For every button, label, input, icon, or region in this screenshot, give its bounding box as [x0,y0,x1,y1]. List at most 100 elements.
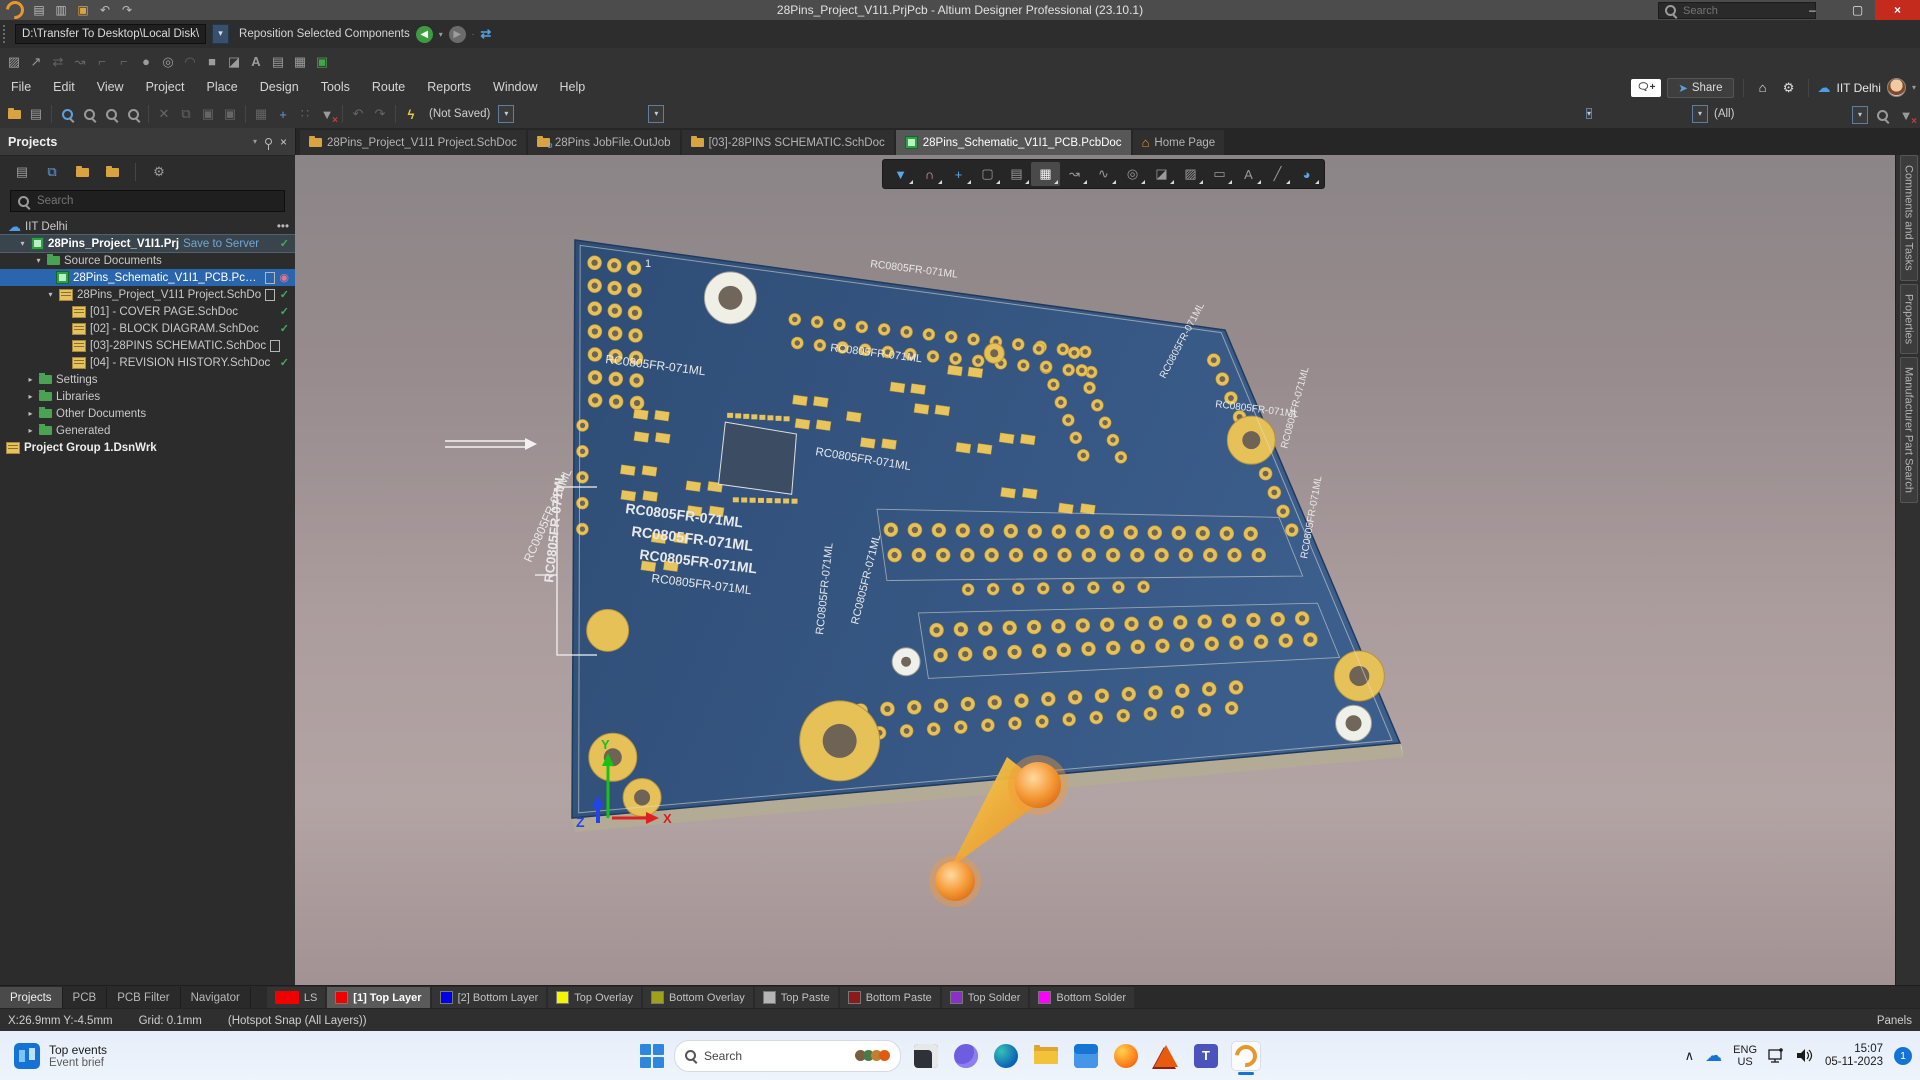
component-place-icon[interactable]: ▦ [1031,162,1060,186]
tab-manufacturer-part-search[interactable]: Manufacturer Part Search [1900,357,1918,503]
pin-icon[interactable] [265,138,272,145]
line-icon[interactable]: ╱ [1263,162,1292,186]
hatch-tool-icon[interactable]: ▨ [4,52,24,72]
component-tool-icon[interactable]: ▦ [290,52,310,72]
more-icon[interactable]: ••• [277,221,289,233]
app-edge[interactable] [991,1041,1021,1071]
save-project-icon[interactable]: ▤ [12,162,32,182]
app-firefox[interactable] [1111,1041,1141,1071]
menu-route[interactable]: Route [361,75,416,100]
panel-tab-navigator[interactable]: Navigator [181,987,251,1008]
zoom-page-icon[interactable] [57,104,77,124]
sync-document-icon[interactable]: ⇄ [480,26,491,42]
tree-item-pcbdoc[interactable]: 28Pins_Schematic_V1I1_PCB.PcbDo ◉ [0,269,295,286]
app-altium-designer[interactable] [1231,1041,1261,1071]
save-all-icon[interactable]: ▥ [50,3,72,17]
clear-mask-icon[interactable]: ▼ [1896,105,1916,125]
tree-item-cover-page[interactable]: [01] - COVER PAGE.SchDoc ✓ [0,303,295,320]
expander-icon[interactable]: ▸ [26,392,35,401]
open-icon[interactable]: ▣ [72,3,94,17]
board-stack-icon[interactable]: ▤ [1002,162,1031,186]
language-indicator[interactable]: ENGUS [1733,1044,1757,1068]
tree-item-project-schdoc[interactable]: ▾ 28Pins_Project_V1I1 Project.SchDo ✓ [0,286,295,303]
app-store[interactable] [1071,1041,1101,1071]
notification-badge[interactable]: 1 [1894,1047,1912,1065]
save-to-server-badge[interactable]: Save to Server [183,238,259,250]
crosshair-icon[interactable]: + [944,162,973,186]
doc-tab-schematic[interactable]: [03]-28PINS SCHEMATIC.SchDoc [682,130,894,155]
volume-icon[interactable] [1796,1048,1814,1063]
interactive-route-icon[interactable]: ↝ [1060,162,1089,186]
menu-design[interactable]: Design [249,75,310,100]
taskbar-search[interactable]: Search [674,1040,901,1072]
tree-item-generated[interactable]: ▸ Generated [0,422,295,439]
zoom-selected-icon[interactable] [101,104,121,124]
app-notes[interactable] [911,1041,941,1071]
home-icon[interactable]: ⌂ [1753,78,1773,98]
doc-tab-outjob[interactable]: 28Pins JobFile.OutJob [528,130,680,155]
toolbar-grip[interactable] [3,25,9,43]
pair-route-tool-icon[interactable]: ↝ [70,52,90,72]
tray-chevron-icon[interactable]: ∧ [1685,1048,1695,1064]
pad-tool-icon[interactable]: ● [136,52,156,72]
project-settings-gear-icon[interactable]: ⚙ [149,162,169,182]
layer-tab-top-layer[interactable]: [1] Top Layer [327,987,429,1008]
route-tool-icon[interactable]: ↗ [26,52,46,72]
filter-scope-dropdown[interactable]: ▾ [1692,105,1708,123]
toolbar-dropdown-2[interactable]: ▾ [648,105,664,123]
dimension-icon[interactable]: ▭ [1205,162,1234,186]
length-tune-icon[interactable]: ∿ [1089,162,1118,186]
arc-tool-icon[interactable]: ◠ [180,52,200,72]
projects-search-input[interactable] [35,194,259,208]
via-icon[interactable]: ◎ [1118,162,1147,186]
expander-icon[interactable]: ▸ [26,426,35,435]
expander-icon[interactable]: ▾ [46,290,55,299]
app-file-explorer[interactable] [1031,1041,1061,1071]
tree-item-libraries[interactable]: ▸ Libraries [0,388,295,405]
filter-icon[interactable]: ▼ [886,162,915,186]
account-dropdown-icon[interactable]: ▾ [1912,83,1916,92]
toolbar-dropdown-4[interactable]: ▾ [1852,106,1868,124]
board-tool-icon[interactable]: ▣ [312,52,332,72]
menu-place[interactable]: Place [195,75,248,100]
clear-filter-icon[interactable]: ▼ [317,104,337,124]
doc-tab-pcb-active[interactable]: 28Pins_Schematic_V1I1_PCB.PcbDoc [896,130,1131,155]
layer-tab-bottom-overlay[interactable]: Bottom Overlay [643,987,753,1008]
save-doc-icon[interactable]: ▤ [26,104,46,124]
close-button[interactable]: × [1875,0,1920,20]
menu-window[interactable]: Window [482,75,548,100]
via-tool-icon[interactable]: ◎ [158,52,178,72]
diff-pair-tool-icon[interactable]: ⇄ [48,52,68,72]
taskbar-widget[interactable]: Top events Event brief [0,1043,234,1069]
expander-icon[interactable]: ▸ [26,409,35,418]
minimize-button[interactable]: – [1790,0,1835,20]
global-search-input[interactable] [1681,4,1795,18]
expander-icon[interactable]: ▾ [34,256,43,265]
menu-edit[interactable]: Edit [42,75,86,100]
tree-item-other-documents[interactable]: ▸ Other Documents [0,405,295,422]
forward-icon[interactable]: ▶ [449,26,466,43]
back-dropdown-icon[interactable]: ▾ [439,30,443,39]
zoom-filter-icon[interactable] [123,104,143,124]
text-string-icon[interactable]: A [1234,162,1263,186]
string-tool-icon[interactable]: A [246,52,266,72]
menu-view[interactable]: View [86,75,135,100]
tree-item-settings[interactable]: ▸ Settings [0,371,295,388]
layer-tab-top-paste[interactable]: Top Paste [755,987,838,1008]
storage-path-combo[interactable]: D:\Transfer To Desktop\Local Disk\ [15,24,206,44]
grid-icon[interactable]: ▦ [251,104,271,124]
add-comment-icon[interactable]: 🗨+ [1631,79,1661,97]
explore-folder-icon[interactable] [72,162,92,182]
tree-item-block-diagram[interactable]: [02] - BLOCK DIAGRAM.SchDoc ✓ [0,320,295,337]
layer-tab-bottom-paste[interactable]: Bottom Paste [840,987,940,1008]
cross-select-icon[interactable]: + [273,104,293,124]
variant-dropdown[interactable]: ▾ [498,105,514,123]
panel-menu-icon[interactable]: ▾ [253,137,257,146]
polygon-pour-icon[interactable]: ▨ [1176,162,1205,186]
selection-box-icon[interactable]: ▢ [973,162,1002,186]
network-icon[interactable] [1768,1048,1785,1063]
tab-comments-and-tasks[interactable]: Comments and Tasks [1900,155,1918,281]
lock-folder-icon[interactable] [102,162,122,182]
run-script-icon[interactable]: ϟ [401,104,421,124]
user-avatar[interactable] [1887,78,1906,97]
